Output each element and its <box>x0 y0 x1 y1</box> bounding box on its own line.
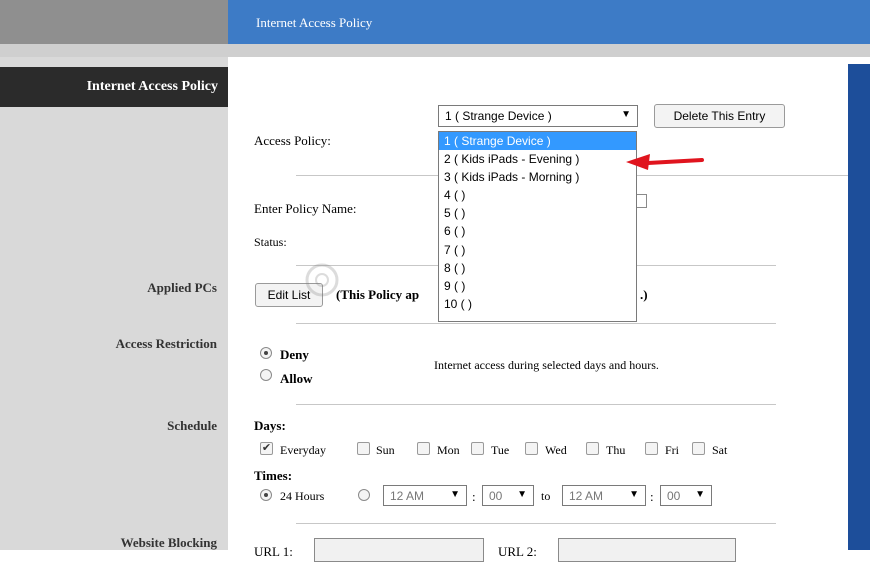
day-label: Sat <box>712 443 728 457</box>
watermark-icon <box>305 263 339 297</box>
right-edge-bar <box>848 64 870 550</box>
dropdown-option[interactable]: 10 ( ) <box>439 295 636 313</box>
top-bar-left <box>0 0 228 44</box>
policy-name-label: Enter Policy Name: <box>254 201 357 216</box>
24-hours-radio[interactable] <box>260 489 272 501</box>
dropdown-option[interactable]: 3 ( Kids iPads - Morning ) <box>439 168 636 186</box>
day-label: Thu <box>606 443 626 457</box>
delete-entry-button[interactable]: Delete This Entry <box>654 104 785 128</box>
dropdown-option[interactable]: 4 ( ) <box>439 186 636 204</box>
from-hour-select[interactable]: 12 AM ▼ <box>383 485 467 506</box>
access-policy-label: Access Policy: <box>254 133 331 148</box>
dropdown-option[interactable]: 2 ( Kids iPads - Evening ) <box>439 150 636 168</box>
dropdown-option[interactable]: 9 ( ) <box>439 277 636 295</box>
label-applied-pcs: Applied PCs <box>147 280 217 295</box>
deny-radio[interactable] <box>260 347 272 359</box>
day-label: Sun <box>376 443 395 457</box>
dropdown-option[interactable]: 1 ( Strange Device ) <box>439 132 636 151</box>
deny-label: Deny <box>280 347 309 362</box>
url1-label: URL 1: <box>254 544 293 559</box>
chevron-down-icon: ▼ <box>629 489 639 500</box>
sidebar-section-title: Internet Access Policy <box>86 79 218 94</box>
from-minute-value: 00 <box>489 489 503 503</box>
chevron-down-icon: ▼ <box>450 489 460 500</box>
chevron-down-icon: ▼ <box>695 489 705 500</box>
dropdown-option[interactable]: 6 ( ) <box>439 222 636 240</box>
time-colon: : <box>650 489 654 504</box>
top-bar: Internet Access Policy <box>0 0 870 44</box>
to-label: to <box>541 489 551 503</box>
header-divider-strip <box>0 44 870 57</box>
24-hours-label: 24 Hours <box>280 489 325 503</box>
to-minute-value: 00 <box>667 489 681 503</box>
allow-radio[interactable] <box>260 369 272 381</box>
status-label: Status: <box>254 235 287 249</box>
access-policy-select[interactable]: 1 ( Strange Device ) ▼ <box>438 105 638 127</box>
to-hour-select[interactable]: 12 AM ▼ <box>562 485 646 506</box>
restriction-description: Internet access during selected days and… <box>434 358 659 372</box>
label-schedule: Schedule <box>167 418 217 433</box>
label-website-blocking: Website Blocking <box>120 535 217 550</box>
day-checkbox-sat[interactable] <box>692 442 705 455</box>
day-label: Tue <box>491 443 510 457</box>
day-checkbox-tue[interactable] <box>471 442 484 455</box>
separator <box>296 523 776 524</box>
page-title: Internet Access Policy <box>256 15 373 30</box>
day-checkbox-fri[interactable] <box>645 442 658 455</box>
day-label: Mon <box>437 443 460 457</box>
access-policy-dropdown-list[interactable]: 1 ( Strange Device ) 2 ( Kids iPads - Eve… <box>438 131 637 322</box>
to-hour-value: 12 AM <box>569 489 604 503</box>
chevron-down-icon: ▼ <box>621 109 631 120</box>
sidebar: Internet Access Policy Applied PCs Acces… <box>0 57 228 550</box>
day-label: Wed <box>545 443 567 457</box>
url1-input[interactable] <box>314 538 484 562</box>
day-label: Fri <box>665 443 680 457</box>
dropdown-option[interactable]: 5 ( ) <box>439 204 636 222</box>
day-checkbox-sun[interactable] <box>357 442 370 455</box>
from-hour-value: 12 AM <box>390 489 425 503</box>
dropdown-option[interactable]: 8 ( ) <box>439 259 636 277</box>
day-checkbox-everyday[interactable]: ✔ <box>260 442 273 455</box>
applied-note-end: .) <box>640 287 648 302</box>
chevron-down-icon: ▼ <box>517 489 527 500</box>
day-label: Everyday <box>280 443 326 457</box>
day-checkbox-wed[interactable] <box>525 442 538 455</box>
day-checkbox-mon[interactable] <box>417 442 430 455</box>
to-minute-select[interactable]: 00 ▼ <box>660 485 712 506</box>
separator <box>296 404 776 405</box>
allow-label: Allow <box>280 371 313 386</box>
dropdown-option[interactable]: 7 ( ) <box>439 241 636 259</box>
times-label: Times: <box>254 468 293 483</box>
custom-time-radio[interactable] <box>358 489 370 501</box>
access-policy-selected: 1 ( Strange Device ) <box>445 109 552 123</box>
day-checkbox-thu[interactable] <box>586 442 599 455</box>
time-colon: : <box>472 489 476 504</box>
sidebar-section-header: Internet Access Policy <box>0 67 228 107</box>
red-arrow-annotation <box>626 154 704 170</box>
url2-input[interactable] <box>558 538 736 562</box>
dropdown-options: 1 ( Strange Device ) 2 ( Kids iPads - Eve… <box>439 132 636 313</box>
url2-label: URL 2: <box>498 544 537 559</box>
label-access-restriction: Access Restriction <box>115 336 217 351</box>
from-minute-select[interactable]: 00 ▼ <box>482 485 534 506</box>
days-label: Days: <box>254 418 286 433</box>
